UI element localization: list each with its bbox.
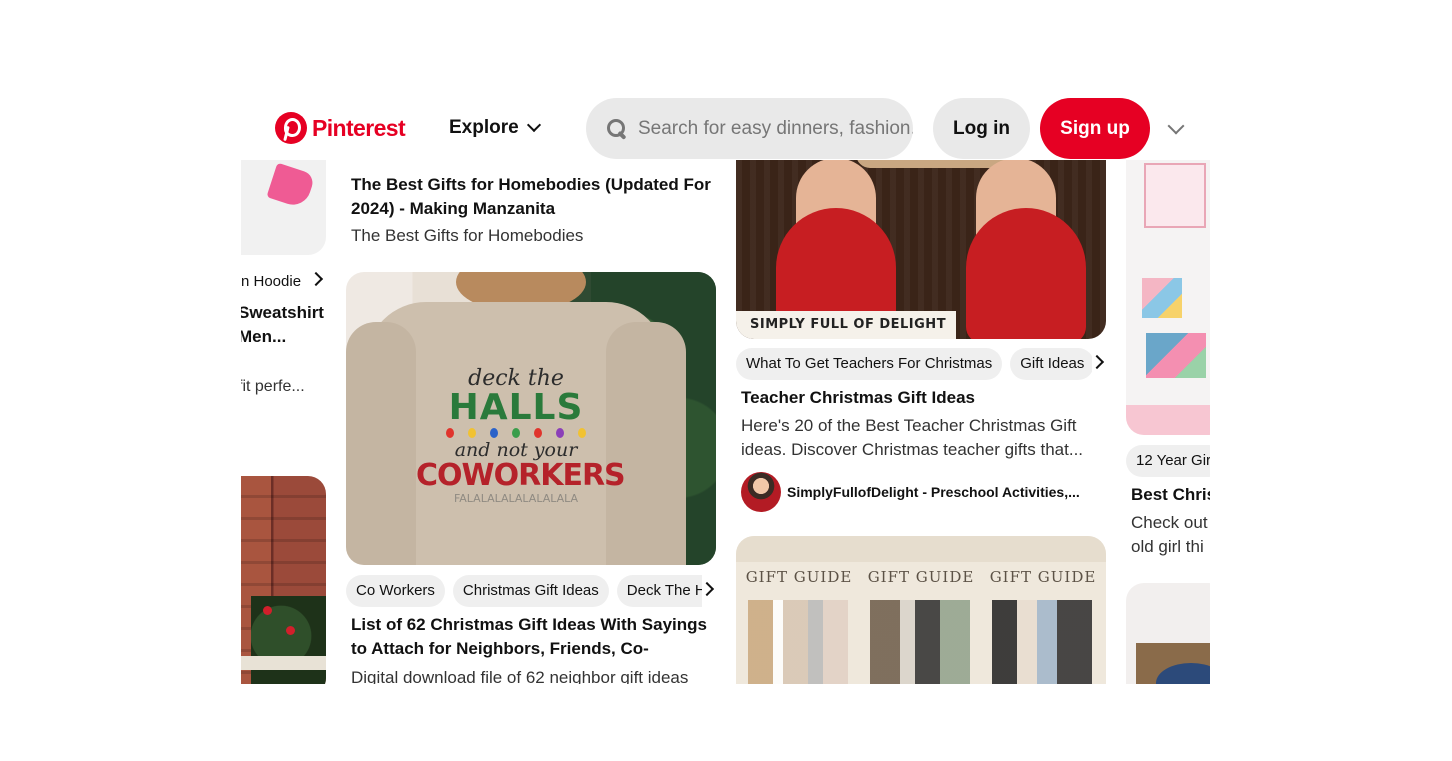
- pin-description: Check out old girl thi: [1131, 511, 1210, 559]
- pin-tag-chip[interactable]: Christmas Gift Ideas: [452, 575, 609, 607]
- pin-desc-line: old girl thi: [1131, 537, 1204, 556]
- pin-title[interactable]: Teacher Christmas Gift Ideas: [741, 386, 1101, 410]
- pin-description: . fit perfe...: [241, 354, 328, 399]
- hoodie-sleeve-graphic: [266, 162, 316, 210]
- sleeve-graphic: [346, 322, 416, 565]
- print-line: and not your: [454, 439, 578, 461]
- ornament-graphic: [263, 606, 272, 615]
- pin-tag-chip[interactable]: Deck The Halls: [616, 575, 702, 607]
- gift-guide-label: GIFT GUIDE: [745, 568, 853, 586]
- search-icon: [606, 118, 628, 140]
- pinterest-logo-icon: [275, 112, 307, 144]
- pin-tag-row: What To Get Teachers For Christmas Gift …: [736, 348, 1092, 380]
- pin-image[interactable]: [241, 158, 326, 255]
- explore-label: Explore: [449, 117, 519, 138]
- pin-image[interactable]: [241, 476, 326, 684]
- log-in-button[interactable]: Log in: [933, 98, 1030, 159]
- top-navigation-bar: Pinterest Explore Log in Sign up: [241, 98, 1210, 160]
- mantel-graphic: [241, 656, 326, 670]
- pin-tag-chip[interactable]: Co Workers: [346, 575, 445, 607]
- pink-border-graphic: [1126, 405, 1210, 435]
- ornament-graphic: [286, 626, 295, 635]
- sign-up-button[interactable]: Sign up: [1040, 98, 1150, 159]
- pin-desc-line: Check out: [1131, 513, 1208, 532]
- chevron-down-icon: [526, 117, 541, 133]
- pin-description: The Best Gifts for Homebodies: [351, 226, 584, 245]
- product-collage: [992, 600, 1092, 684]
- chevron-right-icon[interactable]: [699, 581, 715, 597]
- explore-menu-button[interactable]: Explore: [449, 117, 541, 139]
- pin-image[interactable]: GIFT GUIDE GIFT GUIDE GIFT GUIDE: [736, 536, 1106, 684]
- gift-guide-label: GIFT GUIDE: [989, 568, 1097, 586]
- calendar-cell-graphic: [1146, 333, 1206, 378]
- pin-title[interactable]: Sweatshirt Men...: [241, 301, 328, 349]
- pin-tag-chip[interactable]: n Hoodie: [241, 266, 311, 298]
- chevron-down-icon[interactable]: [1167, 117, 1185, 135]
- pin-desc-line: .: [241, 354, 328, 375]
- pin-image[interactable]: SIMPLY FULL OF DELIGHT: [736, 138, 1106, 339]
- pin-title-line: Sweatshirt: [241, 303, 324, 322]
- print-line: COWORKERS: [416, 458, 626, 493]
- sleeve-graphic: [606, 322, 686, 565]
- pin-description: Here's 20 of the Best Teacher Christmas …: [741, 416, 1084, 459]
- string-lights-graphic: [446, 428, 586, 438]
- red-sock-graphic: [966, 208, 1086, 339]
- pin-tag-row: 12 Year Girl: [1126, 445, 1210, 477]
- chevron-right-icon[interactable]: [1089, 354, 1105, 370]
- search-bar[interactable]: [586, 98, 913, 159]
- pin-title[interactable]: Best Chris: [1131, 483, 1210, 507]
- logo-text: Pinterest: [312, 114, 406, 141]
- product-collage: [748, 600, 848, 684]
- pinterest-page: n Hoodie Sweatshirt Men... . fit perfe..…: [241, 98, 1210, 684]
- calendar-graphic: [1144, 163, 1206, 228]
- pin-title[interactable]: List of 62 Christmas Gift Ideas With Say…: [351, 613, 711, 661]
- creator-name[interactable]: SimplyFullofDelight - Preschool Activiti…: [787, 484, 1097, 500]
- search-input[interactable]: [638, 117, 913, 140]
- pin-image[interactable]: deck the HALLS and not your COWORKERS FA…: [346, 272, 716, 565]
- pin-tag-row: Co Workers Christmas Gift Ideas Deck The…: [346, 575, 702, 607]
- pin-tag-chip[interactable]: Gift Ideas: [1010, 348, 1092, 380]
- gift-guide-header-strip: [736, 536, 1106, 562]
- sweatshirt-print: deck the HALLS and not your COWORKERS FA…: [416, 368, 626, 506]
- pin-description: Digital download file of 62 neighbor gif…: [351, 668, 689, 684]
- pin-image[interactable]: [1126, 158, 1210, 435]
- pin-desc-line: fit perfe...: [241, 378, 305, 395]
- pin-tag-chip[interactable]: 12 Year Girl: [1126, 445, 1210, 477]
- source-badge: SIMPLY FULL OF DELIGHT: [736, 311, 956, 339]
- pin-title[interactable]: The Best Gifts for Homebodies (Updated F…: [351, 173, 711, 221]
- gift-guide-label: GIFT GUIDE: [867, 568, 975, 586]
- pin-creator[interactable]: SimplyFullofDelight - Preschool Activiti…: [741, 472, 1101, 512]
- pin-image[interactable]: [1126, 583, 1210, 684]
- pinterest-logo[interactable]: Pinterest: [275, 112, 406, 144]
- print-line: FALALALALALALALALA: [453, 492, 579, 505]
- avatar[interactable]: [741, 472, 781, 512]
- print-line: HALLS: [448, 387, 584, 428]
- product-collage: [870, 600, 970, 684]
- pin-tag-chip[interactable]: What To Get Teachers For Christmas: [736, 348, 1003, 380]
- calendar-cell-graphic: [1142, 278, 1182, 318]
- pin-title-line: Men...: [241, 327, 287, 346]
